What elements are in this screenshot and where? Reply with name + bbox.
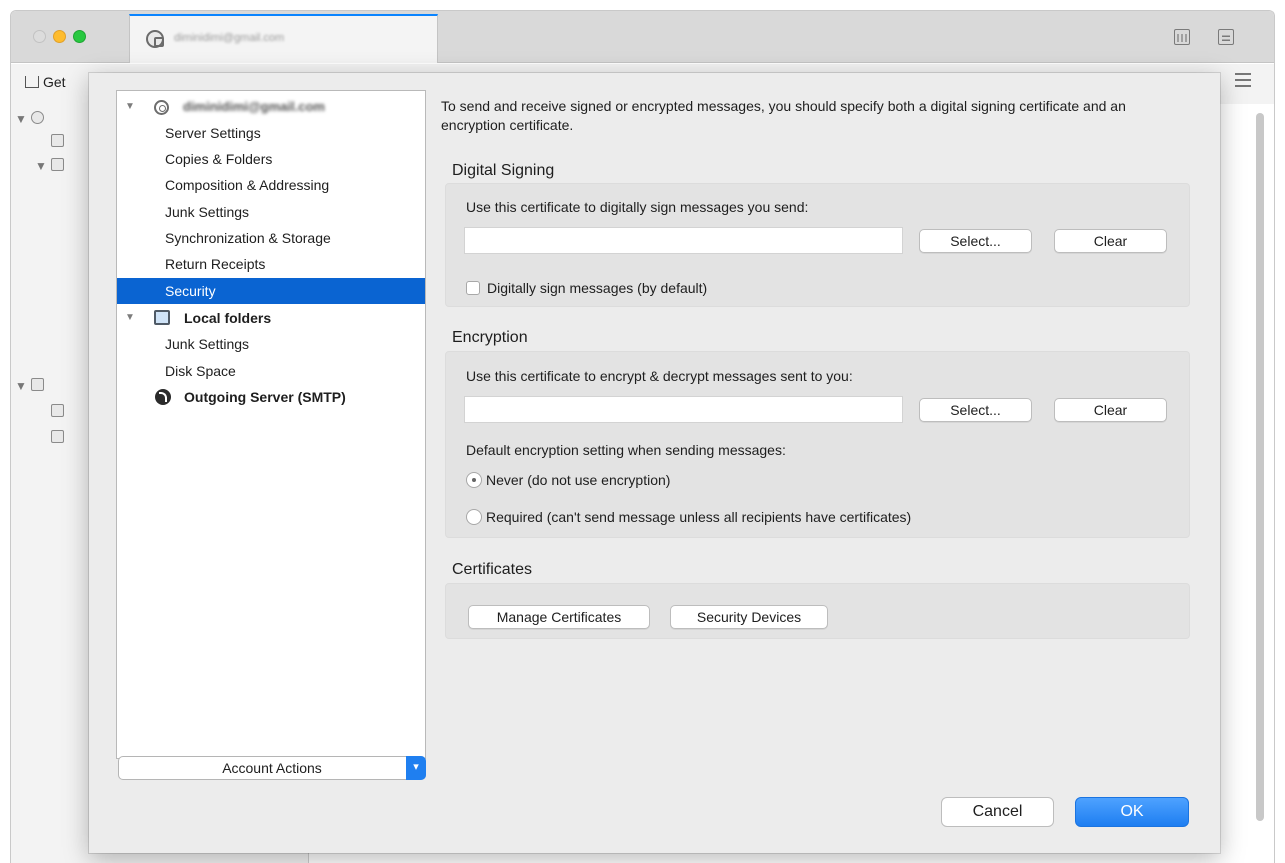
- folder-twisty-icon[interactable]: ▼: [15, 112, 27, 126]
- security-devices-button[interactable]: Security Devices: [670, 605, 828, 629]
- tree-item-junk-settings[interactable]: Junk Settings: [117, 199, 425, 225]
- tree-item-account[interactable]: ▼ diminidimi@gmail.com: [117, 94, 425, 120]
- digital-signing-heading: Digital Signing: [452, 162, 555, 179]
- encryption-required-option[interactable]: Required (can't send message unless all …: [466, 507, 911, 527]
- folder-twisty-icon[interactable]: ▼: [35, 159, 47, 173]
- security-intro-text: To send and receive signed or encrypted …: [441, 98, 1126, 133]
- digital-signing-group: Use this certificate to digitally sign m…: [445, 183, 1190, 307]
- local-folder-icon: [31, 378, 44, 391]
- close-window-button[interactable]: [33, 30, 46, 43]
- local-folders-label: Local folders: [184, 310, 272, 326]
- encryption-never-option[interactable]: Never (do not use encryption): [466, 470, 670, 490]
- title-bar: diminidimi@gmail.com: [11, 11, 1274, 63]
- outgoing-server-label: Outgoing Server (SMTP): [184, 389, 346, 405]
- signing-clear-button[interactable]: Clear: [1054, 229, 1167, 253]
- encryption-group: Use this certificate to encrypt & decryp…: [445, 351, 1190, 538]
- required-radio[interactable]: [466, 509, 482, 525]
- get-messages-button[interactable]: Get: [25, 74, 66, 90]
- maximize-window-button[interactable]: [73, 30, 86, 43]
- tree-item-synchronization[interactable]: Synchronization & Storage: [117, 225, 425, 251]
- digitally-sign-checkbox-row[interactable]: Digitally sign messages (by default): [466, 278, 707, 298]
- account-actions-dropdown[interactable]: Account Actions ▾: [118, 756, 426, 780]
- signing-cert-label: Use this certificate to digitally sign m…: [466, 199, 809, 215]
- encryption-heading: Encryption: [452, 329, 528, 346]
- required-radio-label: Required (can't send message unless all …: [486, 509, 912, 525]
- account-actions-label: Account Actions: [222, 760, 322, 776]
- encryption-cert-label: Use this certificate to encrypt & decryp…: [466, 368, 853, 384]
- account-settings-dialog: ▼ diminidimi@gmail.com Server Settings C…: [89, 73, 1220, 853]
- tree-item-local-junk-settings[interactable]: Junk Settings: [117, 331, 425, 357]
- tasks-icon[interactable]: [1218, 29, 1234, 45]
- account-icon: [154, 100, 169, 115]
- digitally-sign-checkbox[interactable]: [466, 281, 480, 295]
- outbox-folder-icon: [51, 430, 64, 443]
- main-window: diminidimi@gmail.com Get ▼ ▼ ▼ ▼ diminid…: [10, 10, 1275, 863]
- tree-item-disk-space[interactable]: Disk Space: [117, 358, 425, 384]
- calendar-icon[interactable]: [1174, 29, 1190, 45]
- account-tree[interactable]: ▼ diminidimi@gmail.com Server Settings C…: [116, 90, 426, 759]
- tab-title: diminidimi@gmail.com: [174, 32, 285, 44]
- trash-folder-icon: [51, 404, 64, 417]
- default-encryption-label: Default encryption setting when sending …: [466, 442, 786, 458]
- account-name: diminidimi@gmail.com: [183, 99, 325, 114]
- manage-certificates-button[interactable]: Manage Certificates: [468, 605, 650, 629]
- chevron-down-icon: ▾: [406, 756, 426, 780]
- tab-account-settings[interactable]: diminidimi@gmail.com: [129, 14, 438, 63]
- never-radio[interactable]: [466, 472, 482, 488]
- cancel-button[interactable]: Cancel: [941, 797, 1054, 827]
- get-messages-label: Get: [43, 74, 66, 90]
- encryption-select-button[interactable]: Select...: [919, 398, 1032, 422]
- tree-item-security[interactable]: Security: [117, 278, 425, 304]
- tree-item-outgoing-server[interactable]: Outgoing Server (SMTP): [117, 384, 425, 410]
- message-list-scrollbar[interactable]: [1256, 113, 1264, 821]
- encryption-certificate-field[interactable]: [464, 396, 903, 423]
- download-icon: [25, 76, 39, 88]
- local-folders-icon: [154, 310, 170, 325]
- never-radio-label: Never (do not use encryption): [486, 472, 671, 488]
- twisty-icon[interactable]: ▼: [125, 94, 135, 120]
- digitally-sign-label: Digitally sign messages (by default): [487, 280, 708, 296]
- signing-certificate-field[interactable]: [464, 227, 903, 254]
- tree-item-composition[interactable]: Composition & Addressing: [117, 172, 425, 198]
- minimize-window-button[interactable]: [53, 30, 66, 43]
- tree-item-copies-folders[interactable]: Copies & Folders: [117, 146, 425, 172]
- folder-icon: [51, 158, 64, 171]
- app-menu-icon[interactable]: [1235, 73, 1251, 87]
- inbox-folder-icon: [51, 134, 64, 147]
- account-settings-icon: [146, 30, 164, 48]
- twisty-icon[interactable]: ▼: [125, 305, 135, 331]
- certificates-group: Manage Certificates Security Devices: [445, 583, 1190, 639]
- tree-item-local-folders[interactable]: ▼ Local folders: [117, 305, 425, 331]
- tree-item-server-settings[interactable]: Server Settings: [117, 120, 425, 146]
- ok-button[interactable]: OK: [1075, 797, 1189, 827]
- tree-item-return-receipts[interactable]: Return Receipts: [117, 251, 425, 277]
- encryption-clear-button[interactable]: Clear: [1054, 398, 1167, 422]
- folder-twisty-icon[interactable]: ▼: [15, 379, 27, 393]
- outgoing-server-icon: [155, 389, 171, 405]
- account-folder-icon: [31, 111, 44, 124]
- signing-select-button[interactable]: Select...: [919, 229, 1032, 253]
- certificates-heading: Certificates: [452, 561, 533, 578]
